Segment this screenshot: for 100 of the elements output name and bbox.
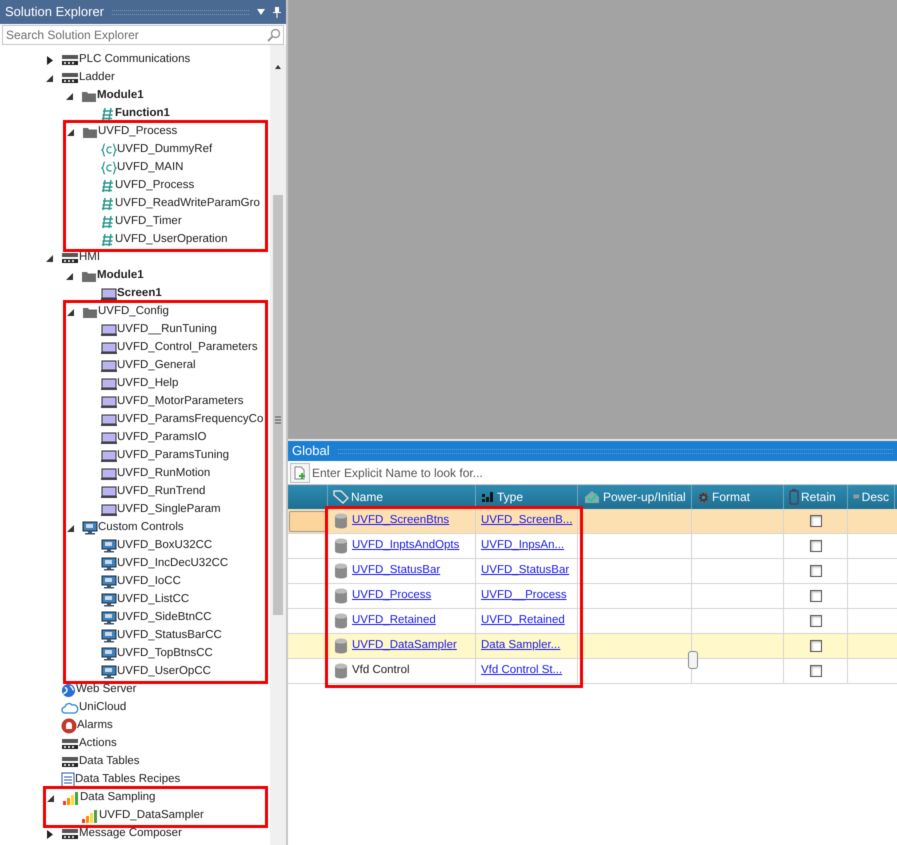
- collapse-arrow-icon[interactable]: [66, 308, 75, 316]
- collapse-arrow-icon[interactable]: [66, 524, 75, 532]
- tree-item[interactable]: Data Tables Recipes: [75, 771, 180, 789]
- type-link[interactable]: UVFD_ScreenB...: [481, 512, 572, 530]
- retain-checkbox[interactable]: [810, 515, 822, 527]
- tree-item[interactable]: UVFD_DataSampler: [99, 807, 204, 825]
- variable-name[interactable]: UVFD_InptsAndOpts: [352, 537, 460, 555]
- tree-item[interactable]: Data Sampling: [80, 789, 156, 807]
- screen-icon: [101, 503, 117, 517]
- tree-item[interactable]: UVFD_Config: [98, 303, 169, 321]
- table-row[interactable]: UVFD_Process UVFD__Process: [288, 584, 897, 609]
- expand-arrow-icon[interactable]: [45, 56, 54, 64]
- tree-item[interactable]: UVFD_DummyRef: [117, 141, 212, 159]
- screen-icon: [101, 413, 117, 427]
- table-row[interactable]: Vfd Control Vfd Control St...: [288, 659, 897, 684]
- variable-name: Vfd Control: [352, 663, 410, 678]
- retain-checkbox[interactable]: [810, 640, 822, 652]
- tree-item[interactable]: Ladder: [79, 69, 115, 87]
- tree-item[interactable]: Screen1: [117, 285, 162, 303]
- row-selector[interactable]: [289, 510, 326, 532]
- tree-item[interactable]: UVFD_Process: [115, 177, 194, 195]
- tree-item[interactable]: UVFD_MotorParameters: [117, 393, 244, 411]
- tree-item[interactable]: UVFD_Control_Parameters: [117, 339, 258, 357]
- splitter-handle[interactable]: [688, 651, 698, 669]
- globe-icon: [61, 682, 76, 698]
- tree-item[interactable]: UniCloud: [79, 699, 126, 717]
- tree-item[interactable]: UVFD_Process: [98, 123, 178, 141]
- tree-item[interactable]: UVFD_StatusBarCC: [117, 627, 222, 645]
- tree-item[interactable]: UVFD_TopBtnsCC: [117, 645, 213, 663]
- tree-item[interactable]: Actions: [79, 735, 117, 753]
- retain-checkbox[interactable]: [810, 540, 822, 552]
- tree-item[interactable]: UVFD_ReadWriteParamGro: [115, 195, 260, 213]
- tree-item[interactable]: UVFD_General: [117, 357, 196, 375]
- retain-checkbox[interactable]: [810, 665, 822, 677]
- table-row[interactable]: UVFD_Retained UVFD_Retained: [288, 609, 897, 634]
- vertical-scrollbar[interactable]: [270, 45, 286, 845]
- tree-item[interactable]: UVFD_BoxU32CC: [117, 537, 212, 555]
- tree-item[interactable]: UVFD_SingleParam: [117, 501, 221, 519]
- search-field[interactable]: Search Solution Explorer: [2, 25, 284, 45]
- pin-icon[interactable]: [273, 6, 281, 18]
- variable-name[interactable]: UVFD_ScreenBtns: [352, 512, 450, 530]
- ladder-icon: [101, 179, 115, 193]
- label-block-icon: [61, 71, 79, 85]
- name-search-field[interactable]: Enter Explicit Name to look for...: [312, 462, 895, 482]
- table-row[interactable]: UVFD_StatusBar UVFD_StatusBar: [288, 559, 897, 584]
- tree-item[interactable]: UVFD_UserOperation: [115, 231, 228, 249]
- dropdown-arrow-icon[interactable]: [257, 9, 265, 15]
- add-button[interactable]: [290, 462, 310, 482]
- tree-item[interactable]: UVFD__RunTuning: [117, 321, 217, 339]
- tree-item[interactable]: UVFD_ParamsFrequencyCo: [117, 411, 264, 429]
- type-link[interactable]: Vfd Control St...: [481, 662, 562, 680]
- table-row[interactable]: UVFD_DataSampler Data Sampler...: [288, 634, 897, 659]
- tree-item[interactable]: PLC Communications: [79, 51, 190, 69]
- tree-item[interactable]: Web Server: [76, 681, 137, 699]
- braces-icon: [101, 161, 117, 175]
- collapse-arrow-icon[interactable]: [65, 272, 74, 280]
- tree-item[interactable]: UVFD_UserOpCC: [117, 663, 211, 681]
- tree-item[interactable]: UVFD_MAIN: [117, 159, 184, 177]
- type-link[interactable]: UVFD_StatusBar: [481, 562, 570, 580]
- tree-item[interactable]: UVFD_RunTrend: [117, 483, 206, 501]
- retain-checkbox[interactable]: [810, 565, 822, 577]
- tree-item[interactable]: UVFD_Help: [117, 375, 178, 393]
- tree-item[interactable]: UVFD_IncDecU32CC: [117, 555, 228, 573]
- collapse-arrow-icon[interactable]: [45, 254, 54, 262]
- tree-item[interactable]: UVFD_Timer: [115, 213, 182, 231]
- collapse-arrow-icon[interactable]: [45, 74, 54, 82]
- search-icon[interactable]: [267, 28, 281, 42]
- table-row[interactable]: UVFD_InptsAndOpts UVFD_InpsAn...: [288, 534, 897, 559]
- collapse-arrow-icon[interactable]: [65, 92, 74, 100]
- tree-item[interactable]: UVFD_ParamsIO: [117, 429, 206, 447]
- screen-icon: [101, 341, 117, 355]
- type-link[interactable]: UVFD_InpsAn...: [481, 537, 564, 555]
- variable-name[interactable]: UVFD_StatusBar: [352, 562, 440, 580]
- tree-item[interactable]: UVFD_ParamsTuning: [117, 447, 230, 465]
- retain-checkbox[interactable]: [810, 590, 822, 602]
- tree-item[interactable]: Data Tables: [79, 753, 140, 771]
- tree-item[interactable]: UVFD_IoCC: [117, 573, 181, 591]
- tree-item[interactable]: UVFD_RunMotion: [117, 465, 210, 483]
- tree-item[interactable]: UVFD_ListCC: [117, 591, 190, 609]
- variable-name[interactable]: UVFD_Retained: [352, 612, 436, 630]
- tree-item[interactable]: Function1: [115, 105, 170, 123]
- table-row[interactable]: UVFD_ScreenBtns UVFD_ScreenB...: [288, 509, 897, 534]
- retain-checkbox[interactable]: [810, 615, 822, 627]
- monitor-icon: [82, 521, 98, 535]
- collapse-arrow-icon[interactable]: [66, 128, 75, 136]
- type-link[interactable]: UVFD__Process: [481, 587, 567, 605]
- label-block-icon: [61, 827, 79, 841]
- tree-item[interactable]: Message Composer: [79, 825, 182, 843]
- variable-name[interactable]: UVFD_Process: [352, 587, 432, 605]
- collapse-arrow-icon[interactable]: [46, 794, 55, 802]
- variable-name[interactable]: UVFD_DataSampler: [352, 637, 457, 655]
- type-link[interactable]: Data Sampler...: [481, 637, 560, 655]
- tree-item[interactable]: Module1: [97, 267, 144, 285]
- expand-arrow-icon[interactable]: [45, 830, 54, 838]
- tree-item[interactable]: Alarms: [77, 717, 113, 735]
- tree-item[interactable]: Module1: [97, 87, 144, 105]
- tree-item[interactable]: UVFD_SideBtnCC: [117, 609, 212, 627]
- tree-item[interactable]: Custom Controls: [98, 519, 184, 537]
- tree-item[interactable]: HMI: [79, 249, 100, 267]
- type-link[interactable]: UVFD_Retained: [481, 612, 565, 630]
